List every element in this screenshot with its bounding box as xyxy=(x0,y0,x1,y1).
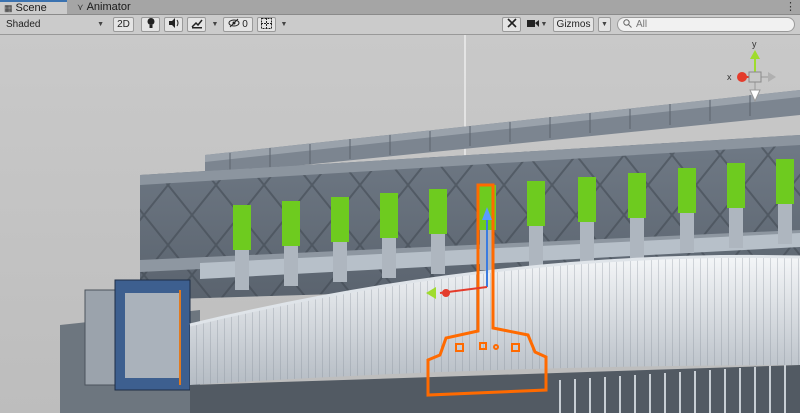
gizmo-x-label: x xyxy=(727,72,732,82)
pier xyxy=(527,181,545,266)
tab-menu-icon[interactable]: ⋮ xyxy=(785,0,796,14)
pier xyxy=(776,159,794,244)
tab-scene-label: Scene xyxy=(15,2,47,14)
gizmos-label: Gizmos xyxy=(556,19,591,30)
tab-scene[interactable]: ▦ Scene xyxy=(0,0,67,14)
pier xyxy=(233,205,251,290)
chevron-down-icon: ▼ xyxy=(97,21,104,28)
pier xyxy=(380,193,398,278)
wrench-icon xyxy=(506,17,518,32)
chevron-down-icon: ▼ xyxy=(280,21,288,28)
tools-button[interactable] xyxy=(502,17,521,32)
gizmos-dropdown[interactable]: ▼ xyxy=(598,17,611,32)
scene-visibility-button[interactable]: 0 xyxy=(223,17,253,32)
hidden-count: 0 xyxy=(242,19,248,30)
gizmo-y-label: y xyxy=(752,39,757,49)
effects-dropdown[interactable]: ▼ xyxy=(210,17,220,32)
audio-toggle-button[interactable] xyxy=(164,17,183,32)
pier xyxy=(628,173,646,258)
pier xyxy=(678,168,696,253)
lighting-toggle-button[interactable] xyxy=(141,17,160,32)
chevron-down-icon: ▼ xyxy=(540,21,548,28)
scene-viewport[interactable]: y x xyxy=(0,35,800,413)
pier xyxy=(727,163,745,248)
toggle-2d-label: 2D xyxy=(117,19,130,30)
search-icon xyxy=(623,18,632,31)
tab-animator[interactable]: ⋎ Animator xyxy=(73,0,137,14)
scene-render: y x xyxy=(0,35,800,413)
pier xyxy=(282,201,300,286)
effects-icon xyxy=(190,18,203,32)
toggle-2d-button[interactable]: 2D xyxy=(113,17,134,32)
camera-dropdown[interactable]: ▼ xyxy=(525,17,549,32)
grid-toggle-button[interactable] xyxy=(257,17,276,32)
scene-toolbar: Shaded ▼ 2D ▼ 0 ▼ ▼ Gizmos ▼ All xyxy=(0,15,800,35)
grid-icon: ▦ xyxy=(4,3,13,13)
tab-bar: ▦ Scene ⋎ Animator ⋮ xyxy=(0,0,800,15)
chevron-down-icon: ▼ xyxy=(211,21,219,28)
animator-icon: ⋎ xyxy=(77,2,84,12)
pier xyxy=(331,197,349,282)
pier xyxy=(578,177,596,262)
pier xyxy=(429,189,447,274)
camera-icon xyxy=(526,19,539,31)
search-input[interactable] xyxy=(636,19,786,30)
gizmos-button[interactable]: Gizmos xyxy=(553,17,594,32)
lightbulb-icon xyxy=(146,17,156,32)
chevron-down-icon: ▼ xyxy=(601,21,608,28)
draw-mode-dropdown[interactable]: Shaded ▼ xyxy=(2,17,108,32)
search-field[interactable] xyxy=(617,17,795,32)
grid-dropdown[interactable]: ▼ xyxy=(279,17,289,32)
speaker-icon xyxy=(168,18,180,31)
eye-crossed-icon xyxy=(228,18,240,31)
grid-icon xyxy=(261,17,272,32)
effects-toggle-button[interactable] xyxy=(187,17,206,32)
tab-animator-label: Animator xyxy=(86,1,131,13)
draw-mode-value: Shaded xyxy=(6,19,41,30)
